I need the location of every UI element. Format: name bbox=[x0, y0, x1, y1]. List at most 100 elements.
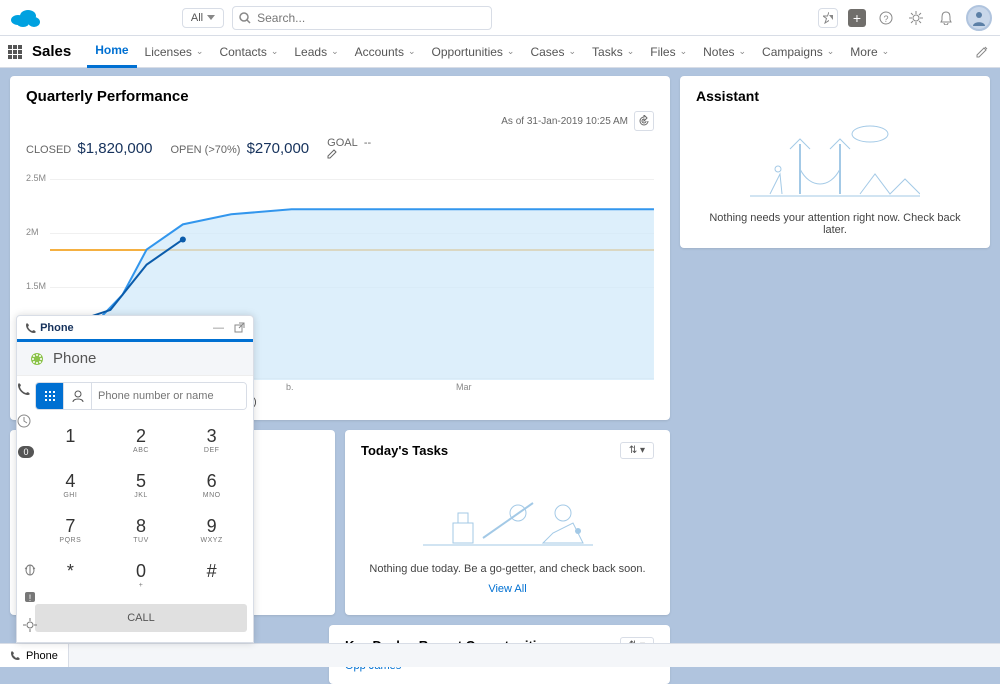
chevron-down-icon: ⌄ bbox=[271, 46, 279, 57]
tasks-title: Today's Tasks bbox=[361, 443, 448, 458]
person-icon bbox=[72, 390, 84, 402]
nav-tab-contacts[interactable]: Contacts⌄ bbox=[211, 36, 286, 68]
avatar-icon bbox=[970, 9, 988, 27]
dialpad-key-2[interactable]: 2ABC bbox=[106, 418, 177, 463]
phone-count-badge: 0 bbox=[18, 446, 33, 458]
info-icon: ! bbox=[23, 590, 37, 604]
app-name: Sales bbox=[32, 43, 71, 60]
user-avatar[interactable] bbox=[966, 5, 992, 31]
setup-button[interactable] bbox=[906, 8, 926, 28]
chevron-down-icon: ⌄ bbox=[568, 46, 576, 57]
favorites-button[interactable] bbox=[818, 8, 838, 28]
phone-utility-panel: Phone — Phone 0 12ABC3DEF4GHI5JKL6MNO7PQ… bbox=[16, 315, 254, 643]
dialpad-key-4[interactable]: 4GHI bbox=[35, 463, 106, 508]
dialpad-key-*[interactable]: * bbox=[35, 553, 106, 598]
kpi-goal: -- bbox=[364, 137, 371, 149]
nav-tab-tasks[interactable]: Tasks⌄ bbox=[584, 36, 642, 68]
phone-icon bbox=[25, 322, 37, 334]
dialpad-key-0[interactable]: 0+ bbox=[106, 553, 177, 598]
chevron-down-icon: ⌄ bbox=[196, 46, 204, 57]
chevron-down-icon: ⌄ bbox=[827, 46, 835, 57]
svg-text:!: ! bbox=[29, 593, 32, 603]
nav-tab-home[interactable]: Home bbox=[87, 36, 136, 68]
chevron-down-icon: ⌄ bbox=[331, 46, 339, 57]
notifications-button[interactable] bbox=[936, 8, 956, 28]
dialpad-key-7[interactable]: 7PQRS bbox=[35, 508, 106, 553]
help-icon: ? bbox=[879, 11, 893, 25]
refresh-icon bbox=[638, 115, 650, 127]
perf-timestamp: As of 31-Jan-2019 10:25 AM bbox=[501, 116, 628, 127]
popout-button[interactable] bbox=[234, 322, 245, 334]
gear-icon bbox=[23, 618, 37, 632]
edit-goal-button[interactable] bbox=[327, 149, 337, 159]
chevron-down-icon bbox=[829, 15, 833, 21]
chevron-down-icon: ⌄ bbox=[680, 46, 688, 57]
svg-text:?: ? bbox=[884, 14, 889, 24]
chevron-down-icon bbox=[207, 15, 215, 21]
chevron-down-icon: ⌄ bbox=[739, 46, 747, 57]
gear-icon bbox=[909, 11, 923, 25]
dialpad: 12ABC3DEF 4GHI5JKL6MNO 7PQRS8TUV9WXYZ *0+# bbox=[35, 418, 247, 598]
nav-tab-leads[interactable]: Leads⌄ bbox=[286, 36, 346, 68]
tasks-filter-button[interactable]: ⇅ ▾ bbox=[620, 442, 654, 459]
phone-settings-button[interactable] bbox=[23, 618, 41, 636]
bell-icon bbox=[939, 11, 953, 25]
dialpad-mode-button[interactable] bbox=[36, 383, 64, 409]
chevron-down-icon: ⌄ bbox=[882, 46, 890, 57]
assistant-title: Assistant bbox=[696, 88, 974, 104]
minimize-button[interactable]: — bbox=[213, 322, 224, 334]
nav-tab-licenses[interactable]: Licenses⌄ bbox=[137, 36, 212, 68]
perf-title: Quarterly Performance bbox=[26, 88, 654, 105]
nav-tab-accounts[interactable]: Accounts⌄ bbox=[347, 36, 424, 68]
pencil-icon bbox=[976, 46, 988, 58]
dialpad-key-#[interactable]: # bbox=[176, 553, 247, 598]
tasks-view-all-link[interactable]: View All bbox=[361, 583, 654, 595]
contacts-mode-button[interactable] bbox=[64, 383, 92, 409]
dialpad-icon bbox=[44, 390, 56, 402]
phone-info-button[interactable]: ! bbox=[23, 590, 41, 608]
phone-icon bbox=[10, 650, 21, 661]
phone-number-input[interactable] bbox=[92, 383, 246, 409]
plus-icon: + bbox=[853, 10, 861, 26]
global-create-button[interactable]: + bbox=[848, 9, 866, 27]
chevron-down-icon: ⌄ bbox=[507, 46, 515, 57]
nav-tab-files[interactable]: Files⌄ bbox=[642, 36, 695, 68]
popout-icon bbox=[234, 322, 245, 333]
search-scope-label: All bbox=[191, 12, 203, 24]
dialpad-key-8[interactable]: 8TUV bbox=[106, 508, 177, 553]
app-launcher-button[interactable] bbox=[8, 45, 22, 59]
chevron-down-icon: ⌄ bbox=[408, 46, 416, 57]
history-icon bbox=[17, 414, 31, 428]
nav-tab-more[interactable]: More⌄ bbox=[842, 36, 897, 68]
nav-tab-campaigns[interactable]: Campaigns⌄ bbox=[754, 36, 842, 68]
global-search-input[interactable]: Search... bbox=[232, 6, 492, 30]
nav-tab-notes[interactable]: Notes⌄ bbox=[695, 36, 754, 68]
assistant-illustration bbox=[750, 114, 920, 204]
phone-debug-button[interactable] bbox=[23, 562, 41, 580]
nav-tab-cases[interactable]: Cases⌄ bbox=[522, 36, 584, 68]
nav-tab-opportunities[interactable]: Opportunities⌄ bbox=[424, 36, 523, 68]
assistant-card: Assistant Nothing needs your attention r… bbox=[680, 76, 990, 248]
kpi-open: $270,000 bbox=[247, 140, 310, 157]
dialpad-key-3[interactable]: 3DEF bbox=[176, 418, 247, 463]
dock-phone-item[interactable]: Phone bbox=[0, 644, 69, 667]
phone-icon bbox=[17, 382, 31, 396]
dialpad-key-9[interactable]: 9WXYZ bbox=[176, 508, 247, 553]
call-button[interactable]: CALL bbox=[35, 604, 247, 632]
refresh-button[interactable] bbox=[634, 111, 654, 131]
edit-navigation-button[interactable] bbox=[972, 42, 992, 62]
kpi-closed: $1,820,000 bbox=[77, 140, 152, 157]
search-icon bbox=[239, 12, 251, 24]
salesforce-logo bbox=[8, 6, 44, 30]
help-button[interactable]: ? bbox=[876, 8, 896, 28]
dialpad-key-5[interactable]: 5JKL bbox=[106, 463, 177, 508]
bug-icon bbox=[23, 562, 37, 576]
phone-tab-history[interactable] bbox=[17, 414, 35, 432]
softphone-provider-icon bbox=[29, 351, 45, 367]
phone-tab-call[interactable] bbox=[17, 382, 35, 400]
dialpad-key-6[interactable]: 6MNO bbox=[176, 463, 247, 508]
dialpad-key-1[interactable]: 1 bbox=[35, 418, 106, 463]
tasks-empty-illustration bbox=[423, 473, 593, 563]
search-scope-dropdown[interactable]: All bbox=[182, 8, 224, 28]
tasks-card: Today's Tasks ⇅ ▾ Nothing due today. bbox=[345, 430, 670, 615]
